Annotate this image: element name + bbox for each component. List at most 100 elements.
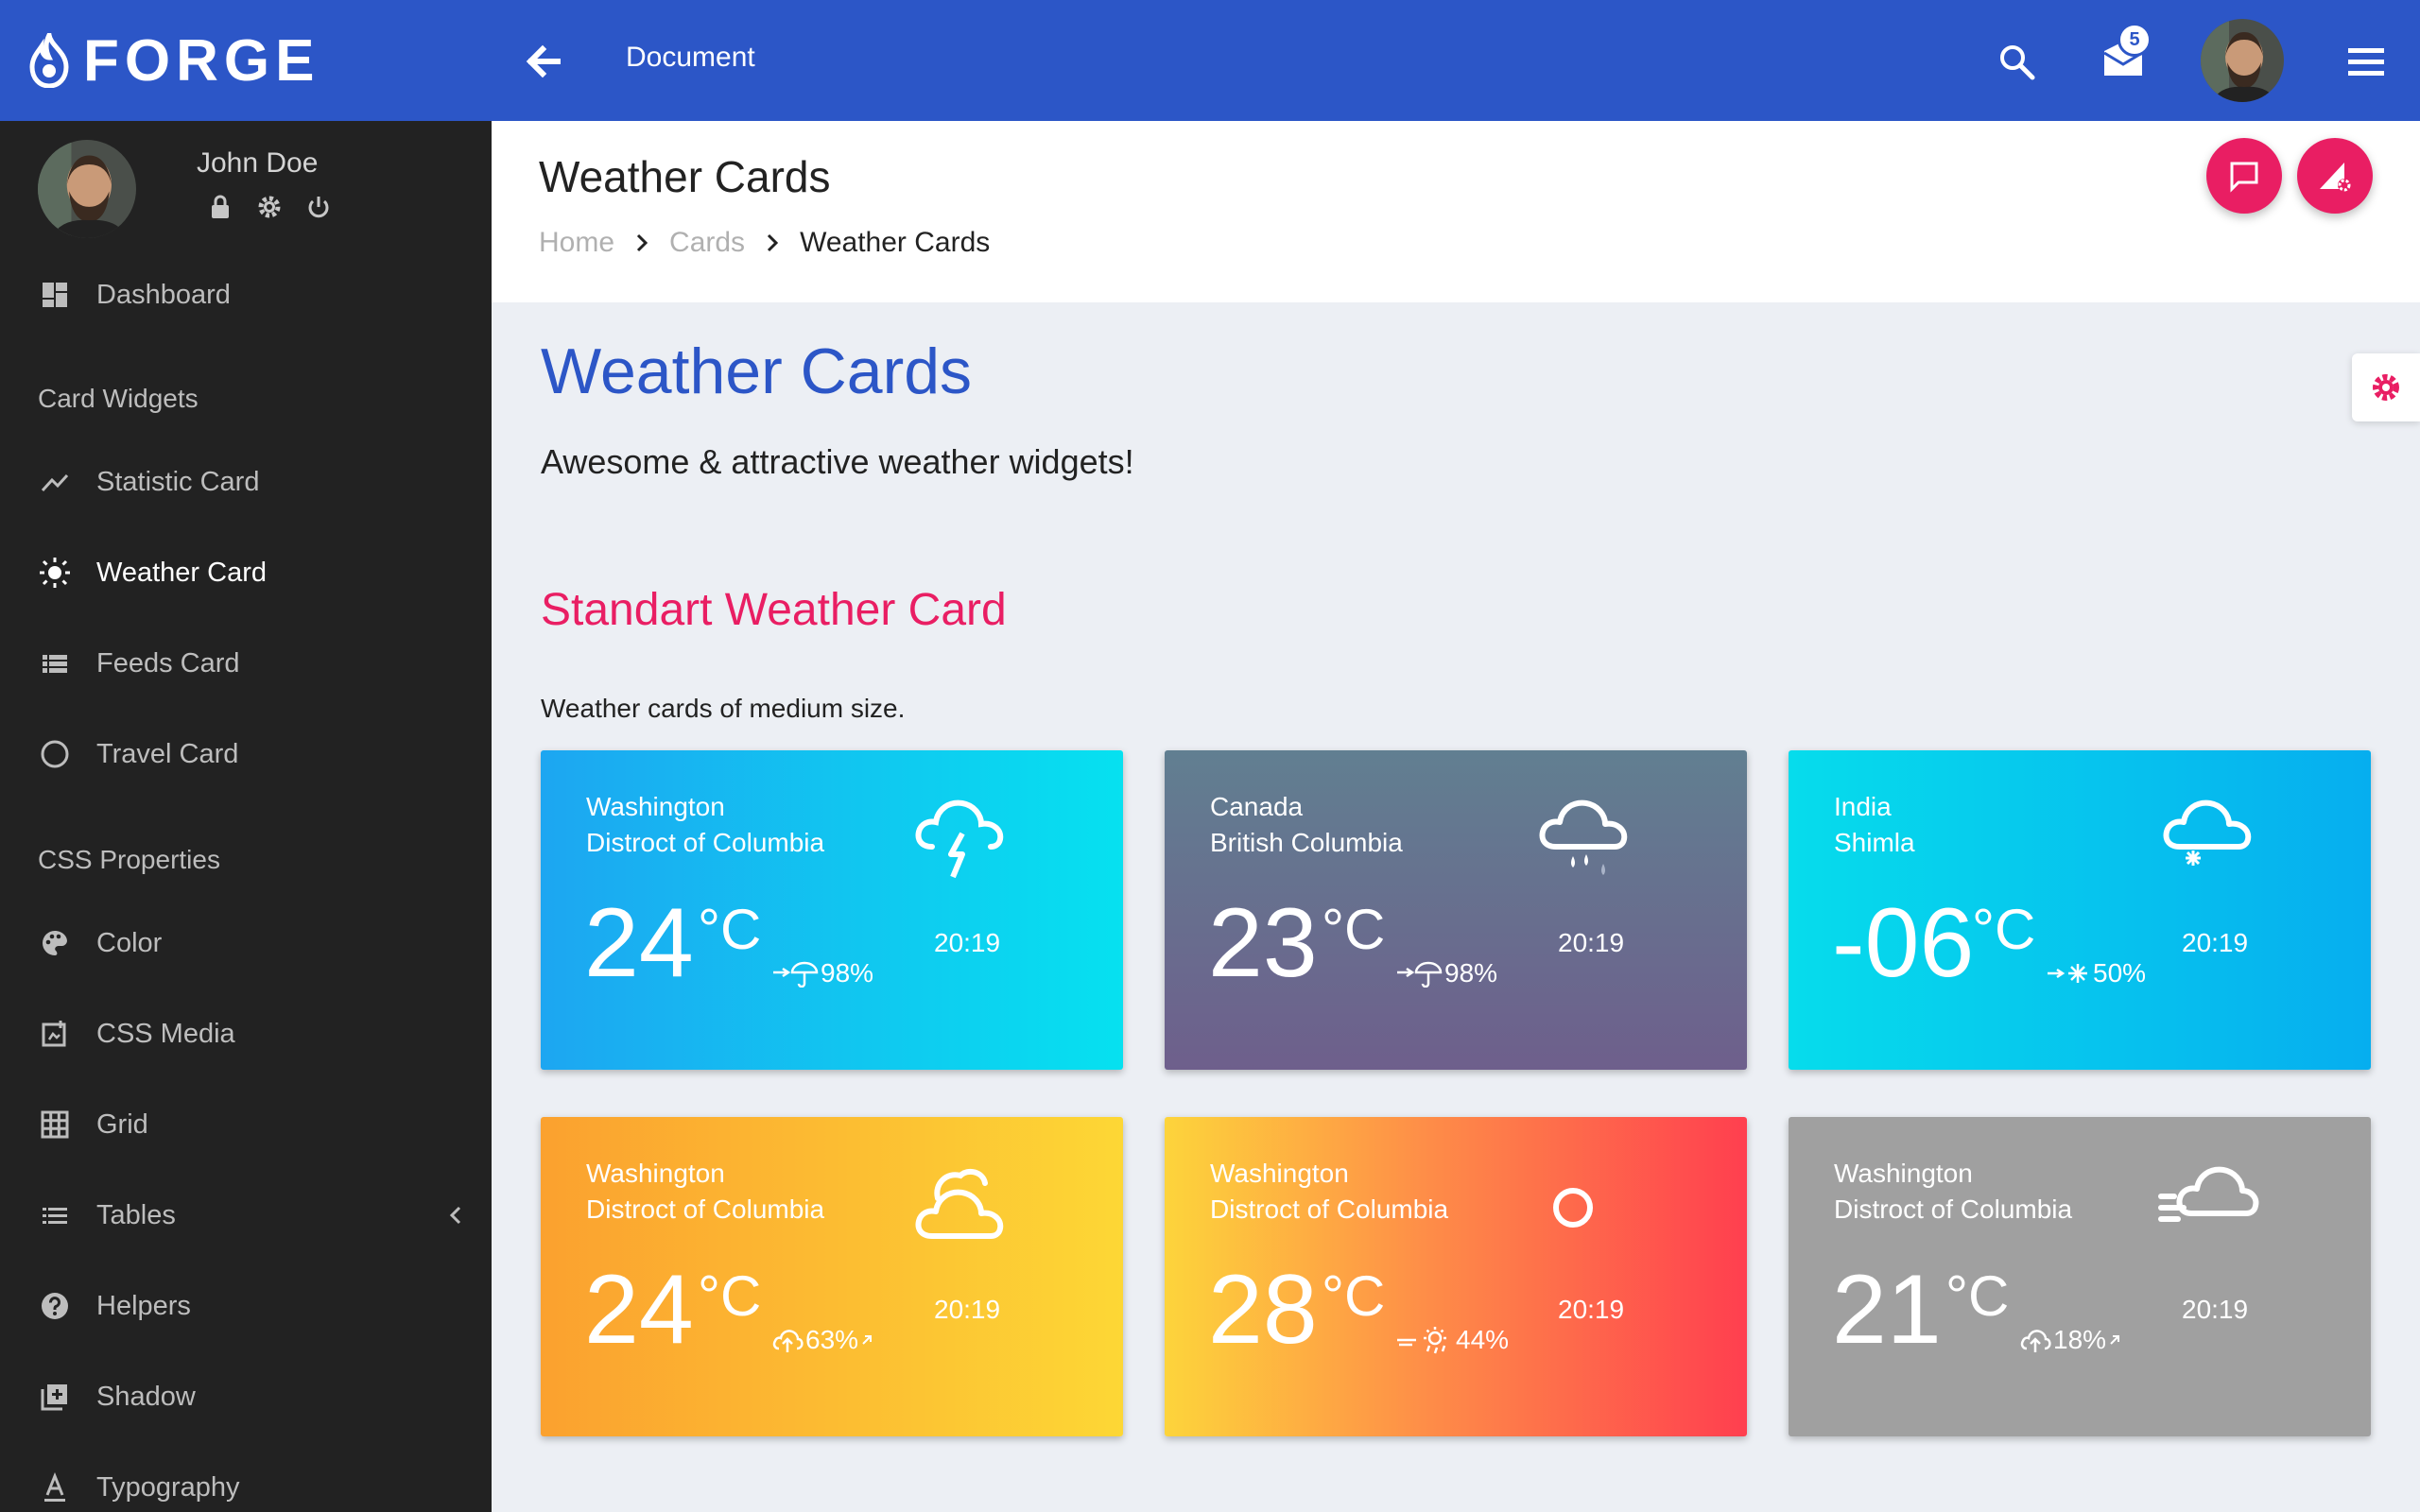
weather-card[interactable]: Washington Distroct of Columbia 24 °C 98… <box>541 750 1123 1070</box>
weather-location-region: Distroct of Columbia <box>586 828 825 857</box>
weather-metric-value: 98% <box>1444 958 1498 988</box>
back-button[interactable] <box>520 38 567 85</box>
avatar-image <box>38 140 136 238</box>
power-icon[interactable] <box>304 193 333 221</box>
weather-temperature: 28 <box>1208 1255 1318 1365</box>
user-actions <box>206 193 333 221</box>
weather-metric: 18% <box>2019 1325 2121 1355</box>
table-icon <box>36 1196 74 1234</box>
sidebar-avatar[interactable] <box>38 140 136 238</box>
chevron-left-icon[interactable] <box>444 1201 467 1229</box>
weather-card[interactable]: Washington Distroct of Columbia 24 °C 63… <box>541 1117 1123 1436</box>
sidebar-item-statistic-card[interactable]: Statistic Card <box>0 454 492 510</box>
sun-wind-icon <box>1397 1327 1446 1354</box>
weather-temperature: 23 <box>1208 888 1318 998</box>
sidebar-item-label: Grid <box>96 1108 148 1140</box>
weather-temperature: 24 <box>584 1255 694 1365</box>
breadcrumb-current: Weather Cards <box>800 227 991 258</box>
sun-circle-icon <box>1553 1188 1593 1228</box>
rain-cloud-icon <box>1539 799 1628 875</box>
weather-card[interactable]: Canada British Columbia 23 °C 98% 20:19 <box>1165 750 1747 1070</box>
weather-card[interactable]: Washington Distroct of Columbia 28 °C 44… <box>1165 1117 1747 1436</box>
main-subtitle: Awesome & attractive weather widgets! <box>541 442 1134 481</box>
weather-time: 20:19 <box>934 928 1001 957</box>
sidebar-item-dashboard[interactable]: Dashboard <box>0 266 492 323</box>
sidebar-item-label: Feeds Card <box>96 647 240 679</box>
weather-location-region: Distroct of Columbia <box>1210 1194 1449 1224</box>
weather-time: 20:19 <box>2182 1295 2249 1324</box>
weather-time: 20:19 <box>2182 928 2249 957</box>
edit-settings-fab-button[interactable] <box>2297 138 2373 214</box>
chevron-right-icon <box>628 229 656 257</box>
weather-time: 20:19 <box>1558 928 1625 957</box>
circle-icon <box>36 735 74 773</box>
page-title: Weather Cards <box>539 152 831 201</box>
theme-settings-button[interactable] <box>2352 353 2420 421</box>
sidebar-item-grid[interactable]: Grid <box>0 1096 492 1153</box>
sidebar-item-typography[interactable]: Typography <box>0 1459 492 1512</box>
brand-name: FORGE <box>83 27 320 94</box>
chevron-right-icon <box>758 229 786 257</box>
weather-location-country: India <box>1834 792 1892 821</box>
main-title: Weather Cards <box>541 335 973 407</box>
sun-icon <box>36 554 74 592</box>
weather-location-region: Shimla <box>1834 828 1915 857</box>
sidebar-item-label: Color <box>96 927 163 958</box>
cloudy-icon <box>915 1168 1004 1239</box>
dashboard-icon <box>36 276 74 314</box>
weather-unit: °C <box>1322 1264 1386 1328</box>
weather-temperature: 24 <box>584 888 694 998</box>
search-button[interactable] <box>1996 42 2038 83</box>
sidebar-item-label: Shadow <box>96 1381 196 1412</box>
typography-icon <box>36 1469 74 1506</box>
cloud-up-icon <box>772 1330 804 1352</box>
weather-unit: °C <box>1972 898 2036 961</box>
user-avatar[interactable] <box>2201 19 2284 102</box>
document-title: Document <box>626 42 755 73</box>
trending-icon <box>36 463 74 501</box>
weather-unit: °C <box>698 898 762 961</box>
media-icon <box>36 1015 74 1053</box>
section-title: Standart Weather Card <box>541 585 1007 635</box>
breadcrumb-cards[interactable]: Cards <box>669 227 745 259</box>
sidebar-section-card-widgets: Card Widgets <box>38 384 199 413</box>
top-app-bar: FORGE Document 5 <box>0 0 2420 121</box>
sidebar-item-tables[interactable]: Tables <box>0 1187 492 1244</box>
weather-metric: 98% <box>1395 958 1497 988</box>
sidebar-item-shadow[interactable]: Shadow <box>0 1368 492 1425</box>
flame-icon <box>29 33 69 88</box>
lock-icon[interactable] <box>206 193 234 221</box>
weather-metric: 50% <box>2046 958 2146 988</box>
sidebar-user-name: John Doe <box>197 147 319 179</box>
help-icon <box>36 1287 74 1325</box>
weather-metric: 44% <box>1395 1325 1509 1355</box>
page-header: Weather Cards Home Cards Weather Cards <box>492 121 2420 302</box>
menu-button[interactable] <box>2346 45 2386 77</box>
menu-icon <box>2348 48 2384 76</box>
sidebar-item-label: CSS Media <box>96 1018 235 1049</box>
breadcrumb-home[interactable]: Home <box>539 227 614 259</box>
weather-metric-value: 18% <box>2053 1325 2107 1354</box>
weather-metric-value: 63% <box>805 1325 859 1354</box>
gear-icon[interactable] <box>255 193 284 221</box>
cloud-up-icon <box>2020 1330 2051 1352</box>
sidebar-item-feeds-card[interactable]: Feeds Card <box>0 635 492 692</box>
weather-unit: °C <box>698 1264 762 1328</box>
sidebar-item-weather-card[interactable]: Weather Card <box>0 544 492 601</box>
weather-time: 20:19 <box>1558 1295 1625 1324</box>
weather-card[interactable]: India Shimla -06 °C 50% 20:19 <box>1789 750 2371 1070</box>
weather-unit: °C <box>1945 1264 2010 1328</box>
sidebar-item-travel-card[interactable]: Travel Card <box>0 726 492 782</box>
brand-logo[interactable]: FORGE <box>28 27 320 94</box>
sidebar-section-css-properties: CSS Properties <box>38 845 220 874</box>
weather-card[interactable]: Washington Distroct of Columbia 21 °C 18… <box>1789 1117 2371 1436</box>
sidebar-item-color[interactable]: Color <box>0 915 492 971</box>
snow-cloud-icon <box>2163 799 2252 866</box>
sidebar-item-label: Tables <box>96 1199 176 1230</box>
sidebar-item-css-media[interactable]: CSS Media <box>0 1005 492 1062</box>
avatar-image <box>2201 19 2284 102</box>
sidebar-item-helpers[interactable]: Helpers <box>0 1278 492 1334</box>
chat-fab-button[interactable] <box>2206 138 2282 214</box>
arrow-up-right-icon <box>2110 1335 2120 1345</box>
thunder-cloud-icon <box>915 799 1004 879</box>
